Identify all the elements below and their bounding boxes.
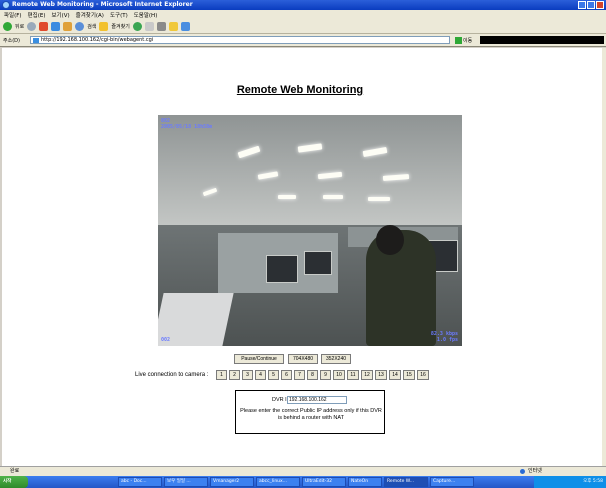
camera-button-10[interactable]: 10 <box>333 370 345 380</box>
camera-person-head <box>376 225 404 255</box>
stop-icon[interactable] <box>39 22 49 31</box>
taskbar: 시작 abc - Doc... 보우 일일 ... Vmanager2 abcc… <box>0 476 606 488</box>
menu-help[interactable]: 도움말(H) <box>134 11 158 19</box>
live-connection-label: Live connection to camera : <box>135 372 209 378</box>
home-icon[interactable] <box>63 22 73 31</box>
taskbar-item[interactable]: abc - Doc... <box>118 477 162 487</box>
taskbar-item[interactable]: UltraEdit-32 <box>302 477 346 487</box>
camera-button-15[interactable]: 15 <box>403 370 415 380</box>
media-icon[interactable] <box>132 22 142 31</box>
messenger-icon[interactable] <box>180 22 190 31</box>
camera-button-9[interactable]: 9 <box>320 370 331 380</box>
camera-light <box>368 197 390 201</box>
dvr-ip-note: Please enter the correct Public IP addre… <box>240 408 382 421</box>
address-input[interactable]: http://192.168.100.162/cgi-bin/webagent.… <box>30 36 450 44</box>
window-title-bar: Remote Web Monitoring - Microsoft Intern… <box>0 0 606 10</box>
camera-button-6[interactable]: 6 <box>281 370 292 380</box>
window-title: Remote Web Monitoring - Microsoft Intern… <box>12 1 193 8</box>
minimize-button[interactable] <box>578 1 586 9</box>
print-icon[interactable] <box>156 22 166 31</box>
camera-osd-left-bottom: 002 <box>161 337 171 343</box>
close-button[interactable] <box>596 1 604 9</box>
dvr-ip-input[interactable]: 192.168.100.162 <box>287 396 347 404</box>
search-icon[interactable] <box>75 22 85 31</box>
ie-logo-icon <box>2 1 10 9</box>
address-url: http://192.168.100.162/cgi-bin/webagent.… <box>41 37 154 43</box>
page-icon <box>33 38 39 43</box>
menu-file[interactable]: 파일(F) <box>4 11 22 19</box>
camera-monitor <box>266 255 298 283</box>
forward-arrow-icon[interactable] <box>27 22 37 31</box>
status-bar: 완료 인터넷 <box>0 466 606 476</box>
refresh-icon[interactable] <box>51 22 61 31</box>
menu-view[interactable]: 보기(V) <box>51 11 69 19</box>
search-label[interactable]: 검색 <box>87 23 96 30</box>
address-bar: 주소(D) http://192.168.100.162/cgi-bin/web… <box>0 34 606 47</box>
camera-button-7[interactable]: 7 <box>294 370 305 380</box>
camera-button-2[interactable]: 2 <box>229 370 240 380</box>
camera-button-16[interactable]: 16 <box>417 370 429 380</box>
camera-ceiling <box>158 115 462 225</box>
favorites-star-icon[interactable] <box>99 22 109 31</box>
camera-button-11[interactable]: 11 <box>347 370 359 380</box>
system-tray-clock[interactable]: 오후 5:58 <box>534 476 606 488</box>
status-text: 완료 <box>10 468 20 474</box>
favorites-label[interactable]: 즐겨찾기 <box>111 23 129 30</box>
menu-tools[interactable]: 도구(T) <box>110 11 128 19</box>
camera-button-1[interactable]: 1 <box>216 370 227 380</box>
browser-toolbar: 뒤로 검색 즐겨찾기 <box>0 20 606 34</box>
camera-button-5[interactable]: 5 <box>268 370 279 380</box>
taskbar-item[interactable]: NateOn <box>348 477 382 487</box>
mail-icon[interactable] <box>144 22 154 31</box>
address-label: 주소(D) <box>3 37 20 44</box>
page-title: Remote Web Monitoring <box>236 84 364 96</box>
camera-button-3[interactable]: 3 <box>242 370 253 380</box>
camera-button-8[interactable]: 8 <box>307 370 318 380</box>
resolution-704x480-button[interactable]: 704X480 <box>288 354 318 364</box>
resolution-352x240-button[interactable]: 352X240 <box>321 354 351 364</box>
dvr-ip-panel: DVR IP 192.168.100.162 Please enter the … <box>235 390 385 434</box>
camera-button-4[interactable]: 4 <box>255 370 266 380</box>
camera-osd-bottom: 82.3 kbps 1.0 fps <box>430 331 458 343</box>
camera-light <box>278 195 296 199</box>
camera-button-12[interactable]: 12 <box>361 370 373 380</box>
camera-monitor <box>304 251 332 275</box>
taskbar-item-active[interactable]: Remote W... <box>384 477 428 487</box>
back-label[interactable]: 뒤로 <box>15 23 24 30</box>
camera-osd-top: 002 2005/05/18 18h58m <box>161 118 213 130</box>
camera-video-feed: 002 2005/05/18 18h58m 002 82.3 kbps 1.0 … <box>158 115 462 346</box>
taskbar-item[interactable]: abcc_linux... <box>256 477 300 487</box>
vertical-scrollbar[interactable] <box>602 48 606 466</box>
go-label: 이동 <box>463 37 473 44</box>
maximize-button[interactable] <box>587 1 595 9</box>
menu-favorites[interactable]: 즐겨찾기(A) <box>76 11 104 19</box>
internet-zone-icon <box>520 469 525 474</box>
start-button[interactable]: 시작 <box>0 476 28 488</box>
status-zone: 인터넷 <box>528 468 542 474</box>
toolbar-links-strip[interactable] <box>480 36 604 44</box>
go-arrow-icon <box>455 36 462 44</box>
menu-bar: 파일(F) 편집(E) 보기(V) 즐겨찾기(A) 도구(T) 도움말(H) <box>0 10 606 20</box>
taskbar-item[interactable]: Vmanager2 <box>210 477 254 487</box>
back-arrow-icon[interactable] <box>3 22 12 31</box>
camera-button-14[interactable]: 14 <box>389 370 401 380</box>
menu-edit[interactable]: 편집(E) <box>28 11 46 19</box>
folder-icon[interactable] <box>168 22 178 31</box>
go-button[interactable]: 이동 <box>455 36 477 44</box>
page-viewport: Remote Web Monitoring 002 2005/05/18 18h… <box>2 48 604 466</box>
taskbar-item[interactable]: Capture... <box>430 477 474 487</box>
camera-light <box>323 195 343 199</box>
taskbar-item[interactable]: 보우 일일 ... <box>164 477 208 487</box>
camera-button-13[interactable]: 13 <box>375 370 387 380</box>
pause-continue-button[interactable]: Pause/Continue <box>234 354 284 364</box>
